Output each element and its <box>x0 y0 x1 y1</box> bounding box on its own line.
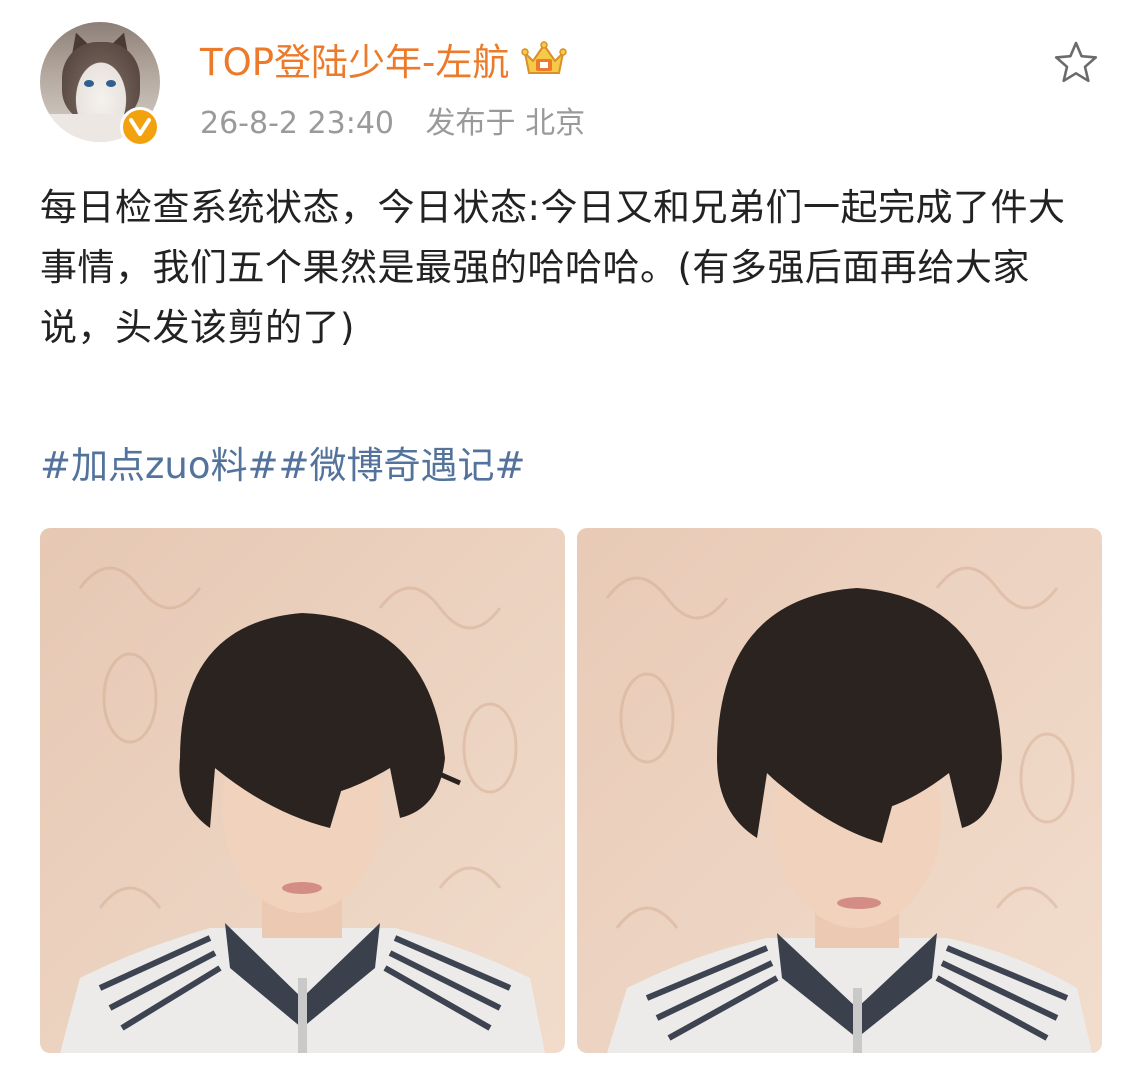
avatar-cat-eye-right <box>106 80 116 87</box>
author-name[interactable]: TOP登陆少年-左航 <box>200 32 509 86</box>
favorite-button[interactable] <box>1050 38 1102 90</box>
post-location: 发布于 北京 <box>425 106 586 141</box>
author-name-row[interactable]: TOP登陆少年-左航 <box>200 33 569 85</box>
post-text: 每日检查系统状态，今日状态:今日又和兄弟们一起完成了件大事情，我们五个果然是最强… <box>40 186 1066 349</box>
topic-links: #加点zuo料##微博奇遇记# <box>40 440 526 492</box>
post-image-1[interactable] <box>40 528 565 1053</box>
post-image-2[interactable] <box>577 528 1102 1053</box>
post-meta: 26-8-2 23:40 发布于 北京 <box>200 98 585 142</box>
crown-icon <box>519 39 569 79</box>
topic-link-1[interactable]: #加点zuo料# <box>40 444 279 487</box>
avatar-cat-eye-left <box>84 80 94 87</box>
post-timestamp: 26-8-2 23:40 <box>200 106 394 141</box>
weibo-post: TOP登陆少年-左航 26-8-2 23:40 发布于 北京 每日检查系统状态，… <box>0 0 1141 1080</box>
verified-badge-icon <box>120 107 160 147</box>
topic-link-2[interactable]: #微博奇遇记# <box>279 444 526 487</box>
star-outline-icon <box>1053 40 1099 88</box>
